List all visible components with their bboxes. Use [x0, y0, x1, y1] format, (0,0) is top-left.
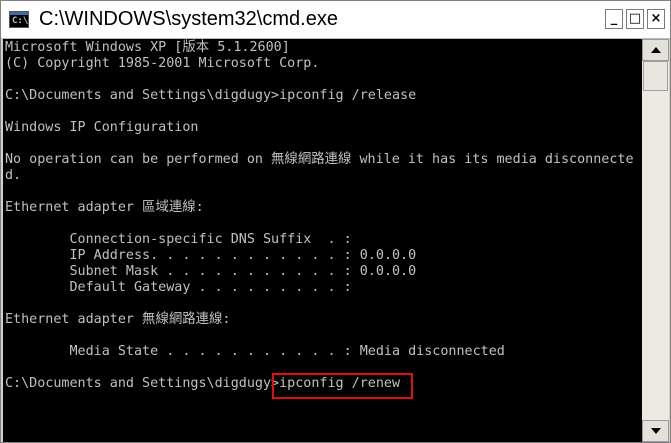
window-title: C:\WINDOWS\system32\cmd.exe — [39, 8, 338, 30]
console-line: Microsoft Windows XP [版本 5.1.2600] — [5, 40, 290, 55]
arrow-up-icon — [651, 47, 661, 53]
arrow-down-icon — [651, 428, 661, 434]
scroll-down-button[interactable] — [642, 420, 669, 442]
console-output[interactable]: Microsoft Windows XP [版本 5.1.2600] (C) C… — [3, 39, 642, 442]
title-bar[interactable]: C:\ C:\WINDOWS\system32\cmd.exe _ □ × — [1, 1, 670, 39]
console-line: Ethernet adapter 無線網路連線: — [5, 312, 231, 327]
maximize-button[interactable]: □ — [626, 9, 644, 29]
console-line: Ethernet adapter 區域連線: — [5, 200, 204, 215]
close-button[interactable]: × — [647, 9, 665, 29]
scroll-thumb[interactable] — [643, 61, 668, 91]
console-line: Default Gateway . . . . . . . . . : — [5, 280, 352, 295]
console-line: C:\Documents and Settings\digdugy>ipconf… — [5, 88, 417, 103]
console-line: Media State . . . . . . . . . . . : Medi… — [5, 344, 505, 359]
cmd-icon[interactable]: C:\ — [9, 11, 29, 28]
cmd-window: C:\ C:\WINDOWS\system32\cmd.exe _ □ × Mi… — [0, 0, 671, 443]
console-line: Connection-specific DNS Suffix . : — [5, 232, 352, 247]
console-line: (C) Copyright 1985-2001 Microsoft Corp. — [5, 56, 320, 71]
renew-command-highlight — [272, 373, 413, 399]
vertical-scrollbar[interactable] — [642, 39, 669, 442]
console-line: IP Address. . . . . . . . . . . . : 0.0.… — [5, 248, 417, 263]
console-line: Windows IP Configuration — [5, 120, 199, 135]
minimize-button[interactable]: _ — [605, 9, 623, 29]
console-line: d. — [5, 168, 22, 183]
console-line: Subnet Mask . . . . . . . . . . . : 0.0.… — [5, 264, 417, 279]
console-line: No operation can be performed on 無線網路連線 … — [5, 152, 634, 167]
console-text: Microsoft Windows XP [版本 5.1.2600] (C) C… — [5, 40, 634, 392]
scroll-up-button[interactable] — [642, 39, 669, 61]
